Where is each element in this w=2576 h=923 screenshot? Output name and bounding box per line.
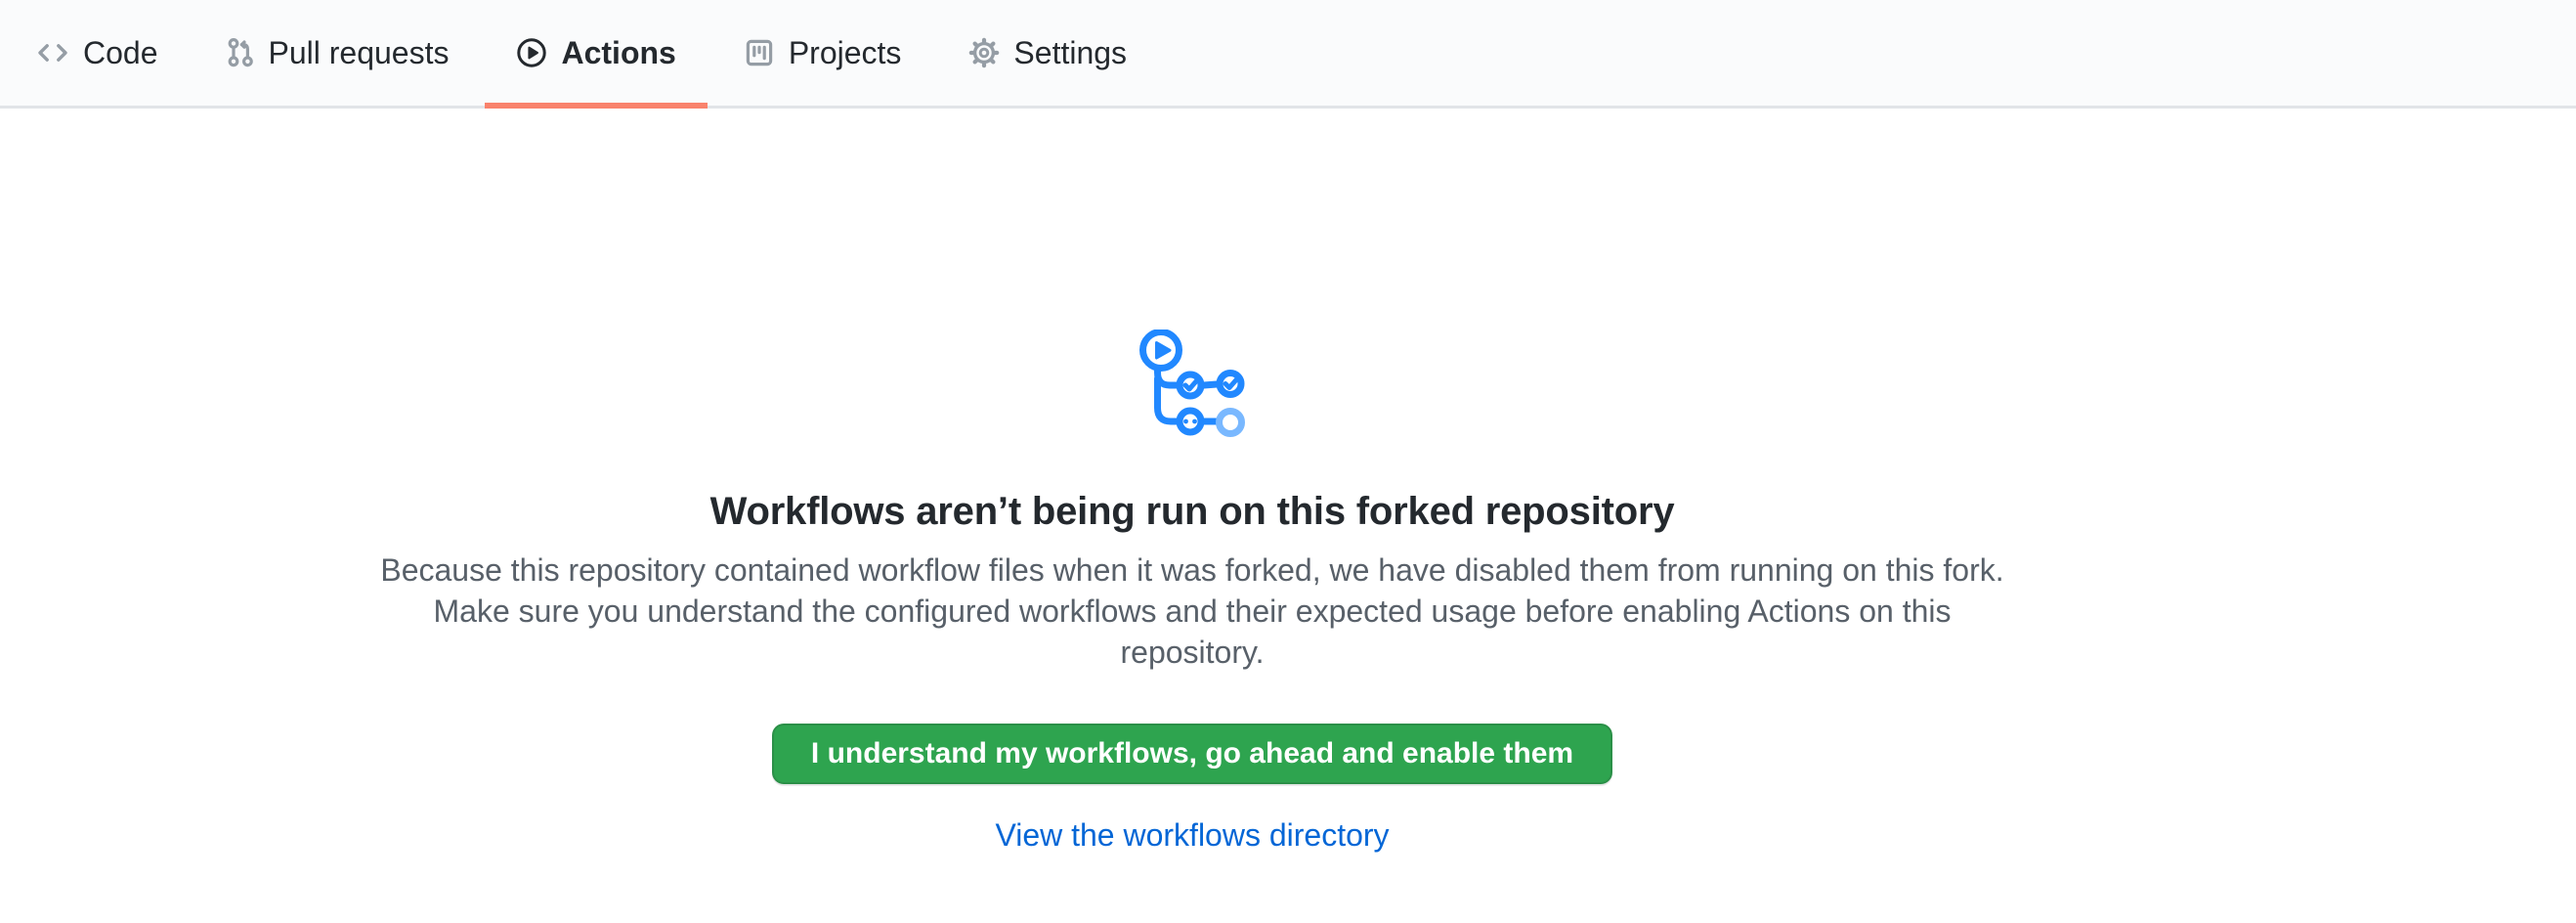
git-pull-request-icon — [226, 37, 255, 68]
play-circle-icon — [516, 37, 547, 68]
blankslate-description: Because this repository contained workfl… — [371, 549, 2013, 673]
tab-label: Code — [83, 37, 158, 68]
actions-blankslate: Workflows aren’t being run on this forke… — [0, 109, 2384, 854]
tab-label: Settings — [1013, 37, 1127, 68]
workflow-graph-icon — [1138, 330, 1247, 444]
tab-pull-requests[interactable]: Pull requests — [194, 0, 481, 106]
view-workflows-directory-link[interactable]: View the workflows directory — [995, 817, 1389, 854]
tab-settings[interactable]: Settings — [937, 0, 1158, 106]
tab-label: Actions — [561, 37, 675, 68]
code-icon — [36, 37, 69, 68]
blankslate-heading: Workflows aren’t being run on this forke… — [710, 487, 1675, 536]
tab-label: Pull requests — [269, 37, 450, 68]
tab-label: Projects — [789, 37, 902, 68]
gear-icon — [968, 37, 1000, 68]
enable-workflows-button[interactable]: I understand my workflows, go ahead and … — [772, 724, 1612, 784]
project-board-icon — [744, 37, 775, 68]
tab-code[interactable]: Code — [5, 0, 190, 106]
repo-tab-bar: Code Pull requests Actions — [0, 0, 2576, 109]
tab-actions[interactable]: Actions — [485, 0, 707, 106]
tab-projects[interactable]: Projects — [712, 0, 933, 106]
